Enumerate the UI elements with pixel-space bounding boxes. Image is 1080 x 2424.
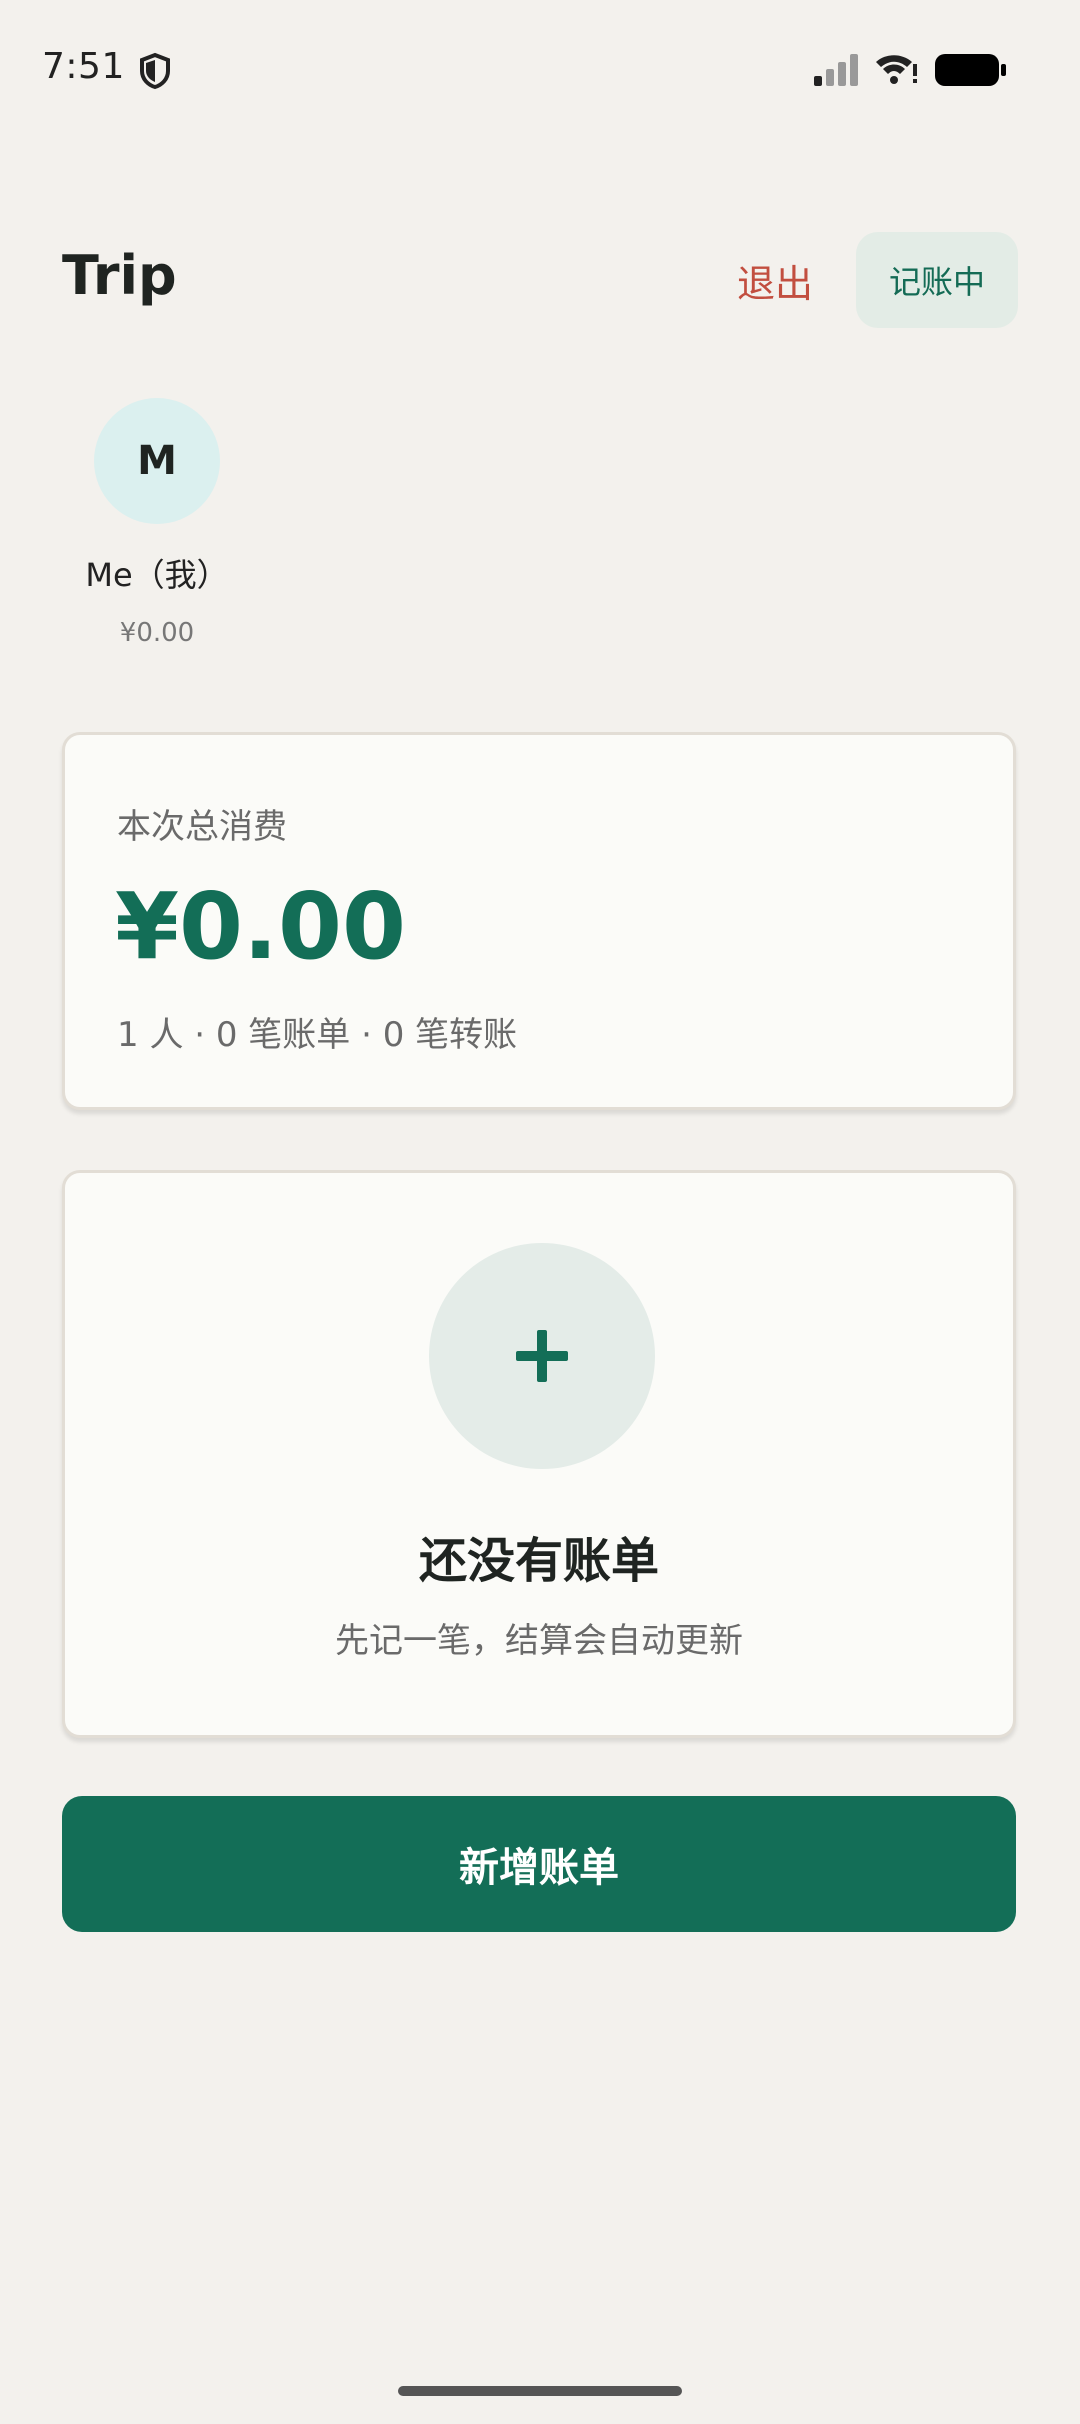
summary-meta: 1 人 · 0 笔账单 · 0 笔转账 — [117, 1015, 518, 1055]
status-time: 7:51 — [42, 46, 125, 87]
add-bill-button[interactable]: 新增账单 — [62, 1796, 1016, 1932]
add-bill-circle-button[interactable] — [429, 1243, 655, 1469]
summary-label: 本次总消费 — [117, 807, 287, 847]
empty-bills-card: 还没有账单 先记一笔，结算会自动更新 — [62, 1170, 1016, 1738]
summary-card: 本次总消费 ¥0.00 1 人 · 0 笔账单 · 0 笔转账 — [62, 732, 1016, 1110]
signal-icon — [814, 54, 858, 86]
status-bar: 7:51 — [0, 0, 1080, 140]
member-item[interactable]: M Me（我） ¥0.00 — [70, 398, 244, 648]
empty-subtitle: 先记一笔，结算会自动更新 — [335, 1621, 743, 1661]
empty-title: 还没有账单 — [418, 1533, 659, 1589]
shield-icon — [140, 52, 170, 90]
exit-button[interactable]: 退出 — [720, 240, 830, 320]
wifi-icon — [876, 55, 917, 84]
recording-status-button[interactable]: 记账中 — [856, 232, 1018, 328]
plus-icon — [516, 1330, 568, 1382]
member-amount: ¥0.00 — [119, 618, 195, 648]
avatar: M — [94, 398, 220, 524]
trip-screen: 7:51 Trip 退出 记账中 M Me（我） ¥0.00 本次总消费 ¥0.… — [0, 0, 1080, 2424]
member-name: Me（我） — [85, 556, 229, 594]
battery-icon — [935, 54, 1006, 86]
summary-total: ¥0.00 — [115, 873, 407, 980]
page-title: Trip — [62, 244, 177, 307]
home-indicator[interactable] — [398, 2386, 682, 2396]
